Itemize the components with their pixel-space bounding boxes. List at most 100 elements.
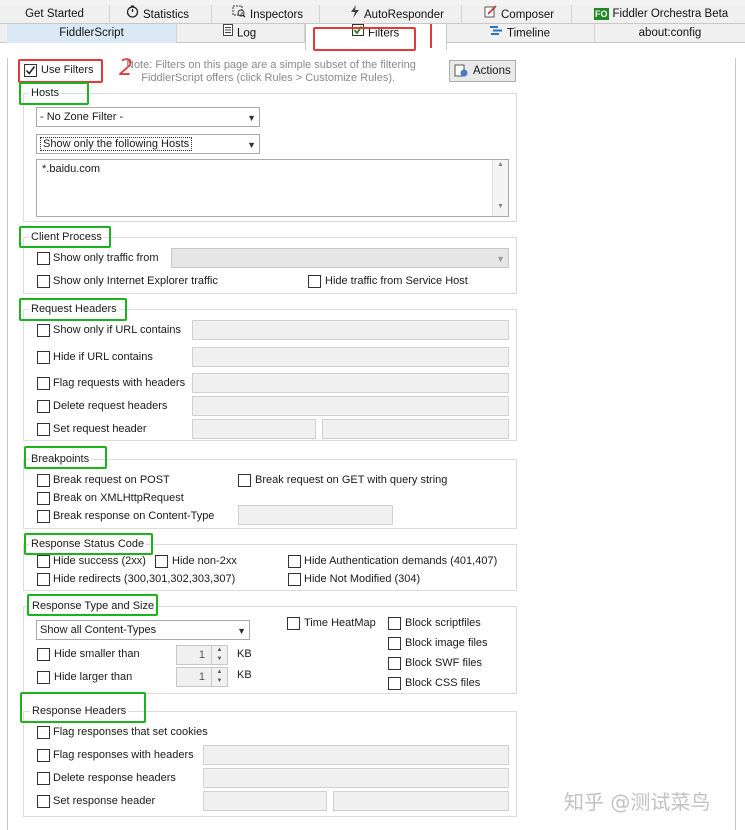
tab-statistics[interactable]: Statistics [110,5,212,24]
hide-smaller-checkbox[interactable] [37,648,50,661]
delete-response-headers-checkbox[interactable] [37,772,50,785]
block-image-label: Block image files [405,637,488,649]
stepper-down-icon[interactable]: ▼ [211,655,227,664]
flag-requests-label: Flag requests with headers [53,377,186,389]
block-swf-label: Block SWF files [405,657,483,669]
flag-requests-checkbox[interactable] [37,377,50,390]
block-css-checkbox[interactable] [388,677,401,690]
smaller-than-stepper[interactable]: 1 ▲ ▼ [176,645,228,665]
breakpoints-highlight [24,446,107,469]
log-icon [223,24,233,43]
set-response-header-checkbox[interactable] [37,795,50,808]
set-request-header-label: Set request header [53,423,147,435]
client-process-highlight [19,226,111,248]
hosts-textarea[interactable]: *.baidu.com ▲ ▼ [36,159,509,217]
hide-url-input[interactable] [192,347,509,367]
hide-service-host-checkbox[interactable] [308,275,321,288]
break-post-label: Break request on POST [53,474,170,486]
hosts-scrollbar[interactable]: ▲ ▼ [492,160,508,216]
delete-request-headers-label: Delete request headers [53,400,168,412]
tab-log[interactable]: Log [177,24,305,43]
block-script-label: Block scriptfiles [405,617,481,629]
block-swf-checkbox[interactable] [388,657,401,670]
set-response-header-value-input[interactable] [333,791,509,811]
break-post-checkbox[interactable] [37,474,50,487]
response-type-highlight [27,594,158,616]
actions-icon [454,64,469,85]
tab-composer[interactable]: Composer [462,5,572,24]
hide-url-checkbox[interactable] [37,351,50,364]
chevron-down-icon: ▼ [247,140,256,150]
set-request-header-checkbox[interactable] [37,423,50,436]
tab-fiddlerscript[interactable]: FiddlerScript [7,24,177,43]
scroll-down-icon[interactable]: ▼ [493,202,508,212]
request-headers-highlight [19,298,127,321]
process-dropdown[interactable]: ▼ [171,248,509,268]
larger-unit-label: KB [237,669,252,681]
break-get-checkbox[interactable] [238,474,251,487]
set-request-header-name-input[interactable] [192,419,316,439]
set-request-header-value-input[interactable] [322,419,509,439]
ie-only-checkbox[interactable] [37,275,50,288]
larger-than-stepper[interactable]: 1 ▲ ▼ [176,667,228,687]
hide-url-label: Hide if URL contains [53,351,153,363]
tab-about-config[interactable]: about:config [595,24,745,43]
hide-smaller-label: Hide smaller than [54,648,140,660]
flag-requests-input[interactable] [192,373,509,393]
chevron-down-icon: ▼ [247,113,256,123]
zone-filter-dropdown[interactable]: - No Zone Filter - ▼ [36,107,260,127]
block-image-checkbox[interactable] [388,637,401,650]
break-xhr-checkbox[interactable] [37,492,50,505]
flag-cookies-checkbox[interactable] [37,726,50,739]
flag-response-headers-label: Flag responses with headers [53,749,194,761]
fo-badge-icon: FO [594,7,609,20]
url-contains-input[interactable] [192,320,509,340]
hide-service-host-label: Hide traffic from Service Host [325,275,468,287]
break-content-type-checkbox[interactable] [37,510,50,523]
show-only-traffic-from-label: Show only traffic from [53,252,159,264]
scroll-up-icon[interactable]: ▲ [493,160,508,170]
stepper-up-icon[interactable]: ▲ [211,646,227,655]
url-contains-label: Show only if URL contains [53,324,181,336]
block-script-checkbox[interactable] [388,617,401,630]
delete-response-headers-input[interactable] [203,768,509,788]
tab-fiddler-orchestra[interactable]: FO Fiddler Orchestra Beta [572,5,745,24]
inspectors-icon [232,5,246,25]
set-response-header-name-input[interactable] [203,791,327,811]
content-types-dropdown[interactable]: Show all Content-Types ▼ [36,620,250,640]
hide-not-modified-checkbox[interactable] [288,573,301,586]
delete-request-headers-input[interactable] [192,396,509,416]
flag-response-headers-input[interactable] [203,745,509,765]
tab-get-started[interactable]: Get Started [0,5,110,24]
filters-note: Note: Filters on this page are a simple … [126,59,416,84]
delete-request-headers-checkbox[interactable] [37,400,50,413]
stepper-down-icon[interactable]: ▼ [211,677,227,686]
flag-cookies-label: Flag responses that set cookies [53,726,208,738]
composer-icon [484,5,497,25]
url-contains-checkbox[interactable] [37,324,50,337]
tab-autoresponder[interactable]: AutoResponder [320,5,462,24]
break-content-type-input[interactable] [238,505,393,525]
host-filter-dropdown[interactable]: Show only the following Hosts ▼ [36,134,260,154]
hosts-highlight [19,82,89,105]
time-heatmap-checkbox[interactable] [287,617,300,630]
tab-inspectors[interactable]: Inspectors [212,5,320,24]
actions-button[interactable]: Actions [449,60,516,82]
hide-non2xx-checkbox[interactable] [155,555,168,568]
show-only-traffic-from-checkbox[interactable] [37,252,50,265]
filters-tab-highlight [313,27,416,51]
tab-timeline[interactable]: Timeline [447,24,595,43]
hide-redirects-checkbox[interactable] [37,573,50,586]
chevron-down-icon: ▼ [496,254,505,264]
time-heatmap-label: Time HeatMap [304,617,376,629]
flag-response-headers-checkbox[interactable] [37,749,50,762]
hide-larger-checkbox[interactable] [37,671,50,684]
smaller-unit-label: KB [237,648,252,660]
hide-auth-checkbox[interactable] [288,555,301,568]
timeline-icon [489,24,503,43]
stepper-up-icon[interactable]: ▲ [211,668,227,677]
hide-larger-label: Hide larger than [54,671,133,683]
annotation-mark-1 [430,24,432,48]
hide-success-checkbox[interactable] [37,555,50,568]
delete-response-headers-label: Delete response headers [53,772,176,784]
